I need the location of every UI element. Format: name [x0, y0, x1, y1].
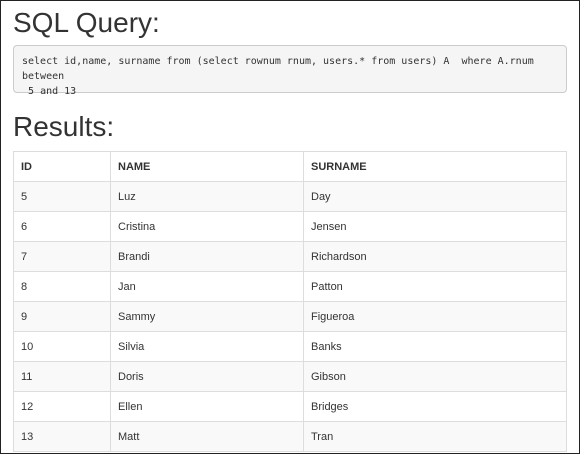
sql-query-heading: SQL Query:: [13, 7, 160, 38]
table-row: 6 Cristina Jensen: [13, 211, 567, 242]
cell-id: 6: [13, 211, 111, 242]
cell-id: 10: [13, 331, 111, 362]
cell-surname: Figueroa: [303, 301, 567, 332]
results-table-body: 5 Luz Day 6 Cristina Jensen 7 Brandi Ric…: [13, 181, 567, 452]
cell-name: Doris: [110, 361, 304, 392]
table-row: 13 Matt Tran: [13, 421, 567, 452]
table-row: 8 Jan Patton: [13, 271, 567, 302]
column-header-id: ID: [13, 151, 111, 182]
cell-name: Jan: [110, 271, 304, 302]
cell-surname: Richardson: [303, 241, 567, 272]
column-header-surname: SURNAME: [303, 151, 567, 182]
page-content: SQL Query: select id,name, surname from …: [13, 7, 567, 452]
cell-id: 11: [13, 361, 111, 392]
table-row: 5 Luz Day: [13, 181, 567, 212]
cell-id: 7: [13, 241, 111, 272]
results-table: ID NAME SURNAME 5 Luz Day 6 Cristina Jen…: [13, 151, 567, 452]
table-row: 12 Ellen Bridges: [13, 391, 567, 422]
table-row: 7 Brandi Richardson: [13, 241, 567, 272]
cell-id: 8: [13, 271, 111, 302]
results-table-header: ID NAME SURNAME: [13, 151, 567, 182]
cell-id: 9: [13, 301, 111, 332]
cell-name: Brandi: [110, 241, 304, 272]
cell-name: Sammy: [110, 301, 304, 332]
cell-name: Silvia: [110, 331, 304, 362]
cell-surname: Patton: [303, 271, 567, 302]
cell-name: Matt: [110, 421, 304, 452]
cell-id: 12: [13, 391, 111, 422]
cell-name: Cristina: [110, 211, 304, 242]
cell-name: Ellen: [110, 391, 304, 422]
cell-id: 5: [13, 181, 111, 212]
cell-surname: Tran: [303, 421, 567, 452]
table-row: 11 Doris Gibson: [13, 361, 567, 392]
cell-surname: Jensen: [303, 211, 567, 242]
column-header-name: NAME: [110, 151, 304, 182]
cell-name: Luz: [110, 181, 304, 212]
cell-surname: Bridges: [303, 391, 567, 422]
results-heading: Results:: [13, 111, 115, 142]
cell-surname: Banks: [303, 331, 567, 362]
header-row: ID NAME SURNAME: [13, 151, 567, 182]
cell-id: 13: [13, 421, 111, 452]
table-row: 10 Silvia Banks: [13, 331, 567, 362]
cell-surname: Day: [303, 181, 567, 212]
page-frame: SQL Query: select id,name, surname from …: [0, 0, 580, 454]
sql-query-code-block: select id,name, surname from (select row…: [13, 45, 567, 97]
table-row: 9 Sammy Figueroa: [13, 301, 567, 332]
cell-surname: Gibson: [303, 361, 567, 392]
